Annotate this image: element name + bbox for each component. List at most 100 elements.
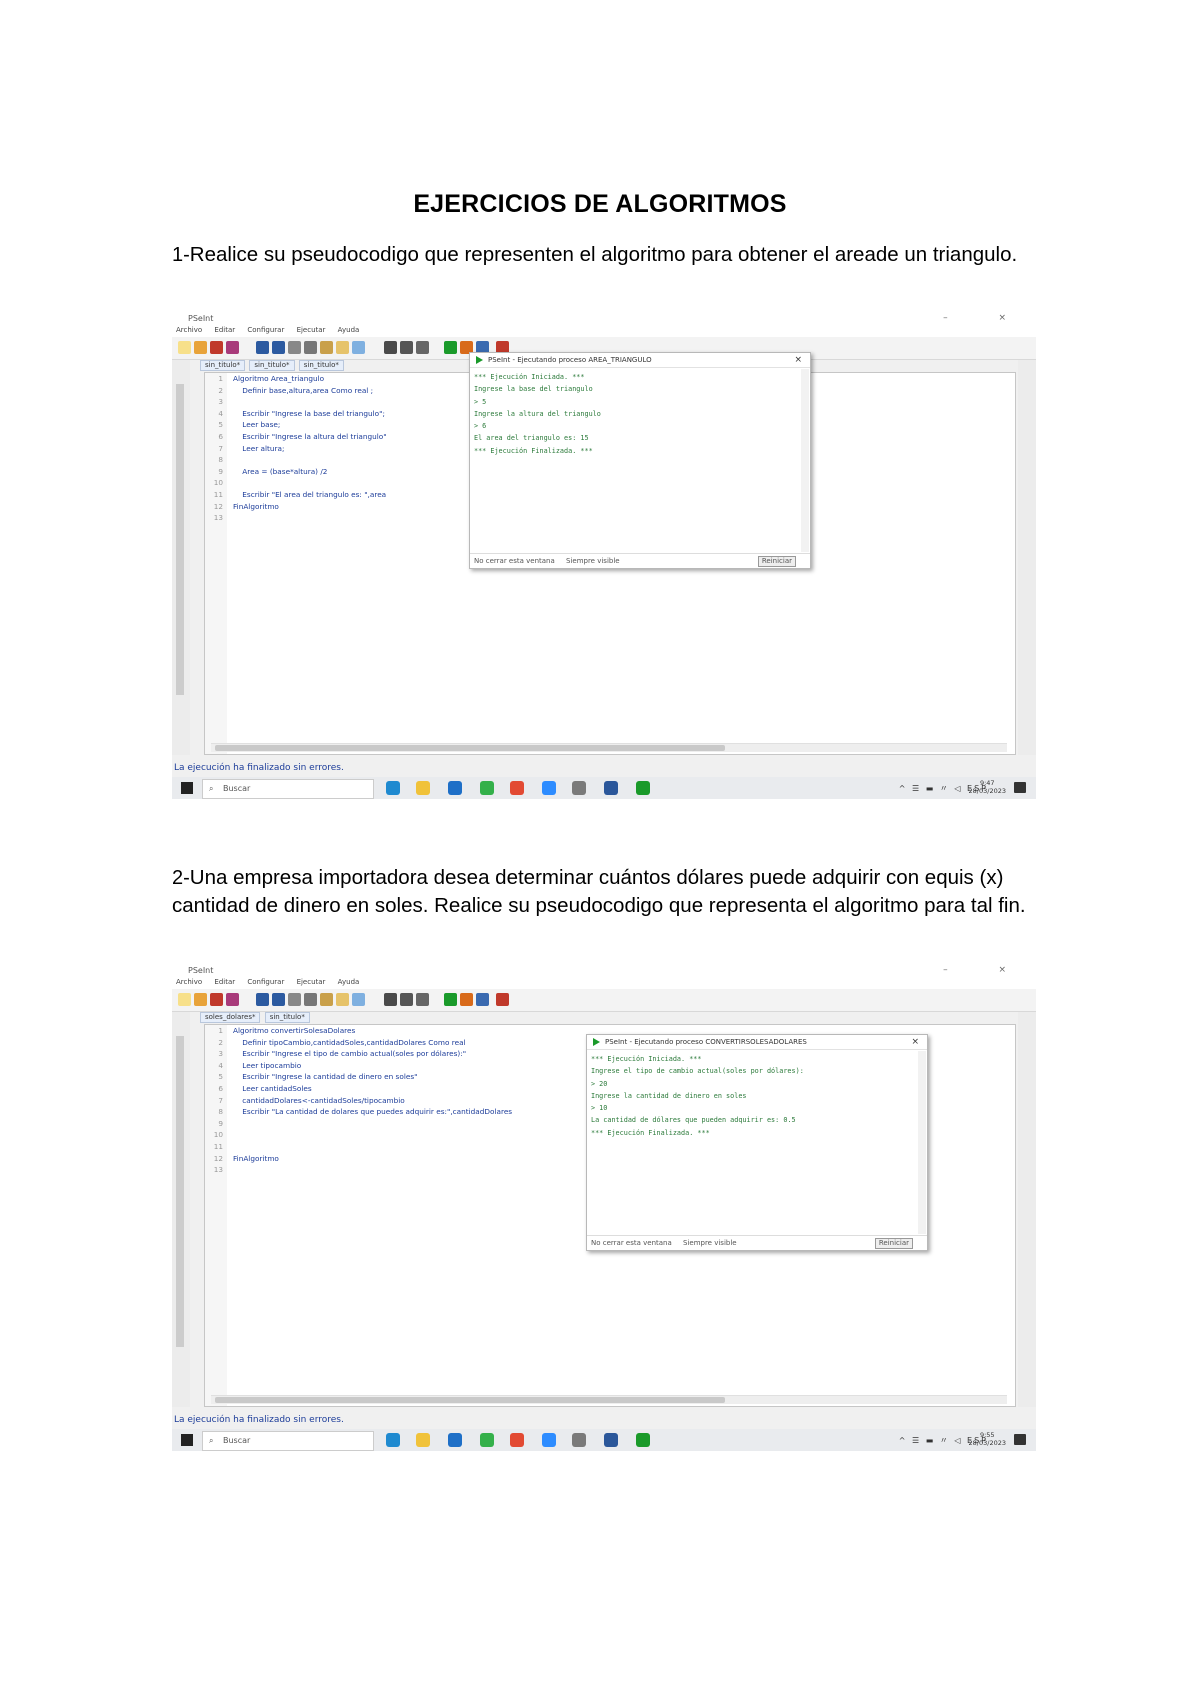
close-icon[interactable]: × [794, 355, 802, 365]
horizontal-scrollbar[interactable] [211, 1395, 1007, 1404]
restart-button[interactable]: Reiniciar [874, 1238, 913, 1249]
help-icon[interactable] [496, 993, 509, 1006]
save-as-icon[interactable] [226, 993, 239, 1006]
execution-console: PSeInt - Ejecutando proceso CONVERTIRSOL… [586, 1034, 928, 1251]
pseint-icon[interactable] [572, 1433, 586, 1447]
tab-3[interactable]: sin_titulo* [298, 360, 344, 371]
menu-configurar[interactable]: Configurar [247, 326, 284, 334]
code-line: 5 Escribir "Ingrese la cantidad de diner… [218, 1072, 418, 1082]
keep-open-checkbox[interactable]: No cerrar esta ventana [591, 1239, 672, 1247]
redo-icon[interactable] [272, 341, 285, 354]
word-icon[interactable] [604, 781, 618, 795]
zoom-icon[interactable] [542, 1433, 556, 1447]
edge-icon[interactable] [386, 1433, 400, 1447]
notification-icon[interactable] [1014, 782, 1026, 793]
open-folder-icon[interactable] [194, 993, 207, 1006]
left-scrollbar[interactable] [176, 384, 184, 695]
flowchart-icon[interactable] [384, 341, 397, 354]
pseint-icon[interactable] [572, 781, 586, 795]
flowchart-icon[interactable] [384, 993, 397, 1006]
comment-icon[interactable] [352, 341, 365, 354]
menu-configurar[interactable]: Configurar [247, 978, 284, 986]
menu-ejecutar[interactable]: Ejecutar [297, 326, 326, 334]
debug-icon[interactable] [476, 993, 489, 1006]
copy-icon[interactable] [304, 993, 317, 1006]
new-file-icon[interactable] [178, 993, 191, 1006]
word-icon[interactable] [604, 1433, 618, 1447]
indent-icon[interactable] [336, 341, 349, 354]
console-scrollbar[interactable] [918, 1051, 926, 1234]
run-icon[interactable] [444, 341, 457, 354]
zoom-icon[interactable] [542, 781, 556, 795]
step-icon[interactable] [460, 993, 473, 1006]
windows-start-icon[interactable] [181, 782, 193, 794]
search-replace-icon[interactable] [400, 993, 413, 1006]
restart-button[interactable]: Reiniciar [757, 556, 796, 567]
file-explorer-icon[interactable] [416, 1433, 430, 1447]
console-line: Ingrese la cantidad de dinero en soles [591, 1091, 747, 1100]
tab-2[interactable]: sin_titulo* [249, 360, 295, 371]
mail-icon[interactable] [448, 1433, 462, 1447]
undo-icon[interactable] [256, 993, 269, 1006]
save-as-icon[interactable] [226, 341, 239, 354]
console-scrollbar[interactable] [801, 369, 809, 552]
window-controls[interactable]: – × [943, 313, 1030, 323]
play-icon[interactable] [636, 781, 650, 795]
code-line: 12 FinAlgoritmo [213, 1153, 279, 1163]
code-line: 8 [218, 455, 223, 465]
whatsapp-icon[interactable] [480, 781, 494, 795]
redo-icon[interactable] [272, 993, 285, 1006]
indent-icon[interactable] [336, 993, 349, 1006]
menu-editar[interactable]: Editar [214, 326, 235, 334]
tools-icon[interactable] [416, 993, 429, 1006]
file-explorer-icon[interactable] [416, 781, 430, 795]
open-folder-icon[interactable] [194, 341, 207, 354]
cut-icon[interactable] [288, 341, 301, 354]
windows-taskbar: ⌕ Buscar ^ ☰ ▬ 〃 ◁ ESP 9:47 28/03/2023 [172, 777, 1036, 799]
run-icon[interactable] [444, 993, 457, 1006]
console-footer: No cerrar esta ventana Siempre visible R… [587, 1235, 927, 1250]
mail-icon[interactable] [448, 781, 462, 795]
chrome-icon[interactable] [510, 781, 524, 795]
left-scrollbar[interactable] [176, 1036, 184, 1347]
window-controls[interactable]: – × [943, 965, 1030, 975]
save-icon[interactable] [210, 341, 223, 354]
notification-icon[interactable] [1014, 1434, 1026, 1445]
menu-editar[interactable]: Editar [214, 978, 235, 986]
menu-archivo[interactable]: Archivo [176, 978, 202, 986]
new-file-icon[interactable] [178, 341, 191, 354]
play-icon[interactable] [636, 1433, 650, 1447]
cut-icon[interactable] [288, 993, 301, 1006]
undo-icon[interactable] [256, 341, 269, 354]
always-visible-checkbox[interactable]: Siempre visible [566, 557, 620, 565]
whatsapp-icon[interactable] [480, 1433, 494, 1447]
comment-icon[interactable] [352, 993, 365, 1006]
menu-ayuda[interactable]: Ayuda [338, 326, 360, 334]
run-icon [593, 1038, 600, 1046]
copy-icon[interactable] [304, 341, 317, 354]
tools-icon[interactable] [416, 341, 429, 354]
paste-icon[interactable] [320, 341, 333, 354]
paste-icon[interactable] [320, 993, 333, 1006]
edge-icon[interactable] [386, 781, 400, 795]
taskbar-search[interactable]: ⌕ Buscar [202, 1431, 374, 1451]
run-icon [476, 356, 483, 364]
save-icon[interactable] [210, 993, 223, 1006]
search-replace-icon[interactable] [400, 341, 413, 354]
code-line: 13 [213, 513, 223, 523]
menu-archivo[interactable]: Archivo [176, 326, 202, 334]
screenshot-pseint-1: PSeInt – × Archivo Editar Configurar Eje… [172, 312, 1036, 799]
menu-ayuda[interactable]: Ayuda [338, 978, 360, 986]
tab-2[interactable]: sin_titulo* [264, 1012, 310, 1023]
windows-start-icon[interactable] [181, 1434, 193, 1446]
tab-1[interactable]: soles_dolares* [200, 1012, 261, 1023]
chrome-icon[interactable] [510, 1433, 524, 1447]
taskbar-search[interactable]: ⌕ Buscar [202, 779, 374, 799]
always-visible-checkbox[interactable]: Siempre visible [683, 1239, 737, 1247]
close-icon[interactable]: × [911, 1037, 919, 1047]
search-icon: ⌕ [209, 1436, 214, 1445]
horizontal-scrollbar[interactable] [211, 743, 1007, 752]
menu-ejecutar[interactable]: Ejecutar [297, 978, 326, 986]
tab-1[interactable]: sin_titulo* [200, 360, 246, 371]
keep-open-checkbox[interactable]: No cerrar esta ventana [474, 557, 555, 565]
